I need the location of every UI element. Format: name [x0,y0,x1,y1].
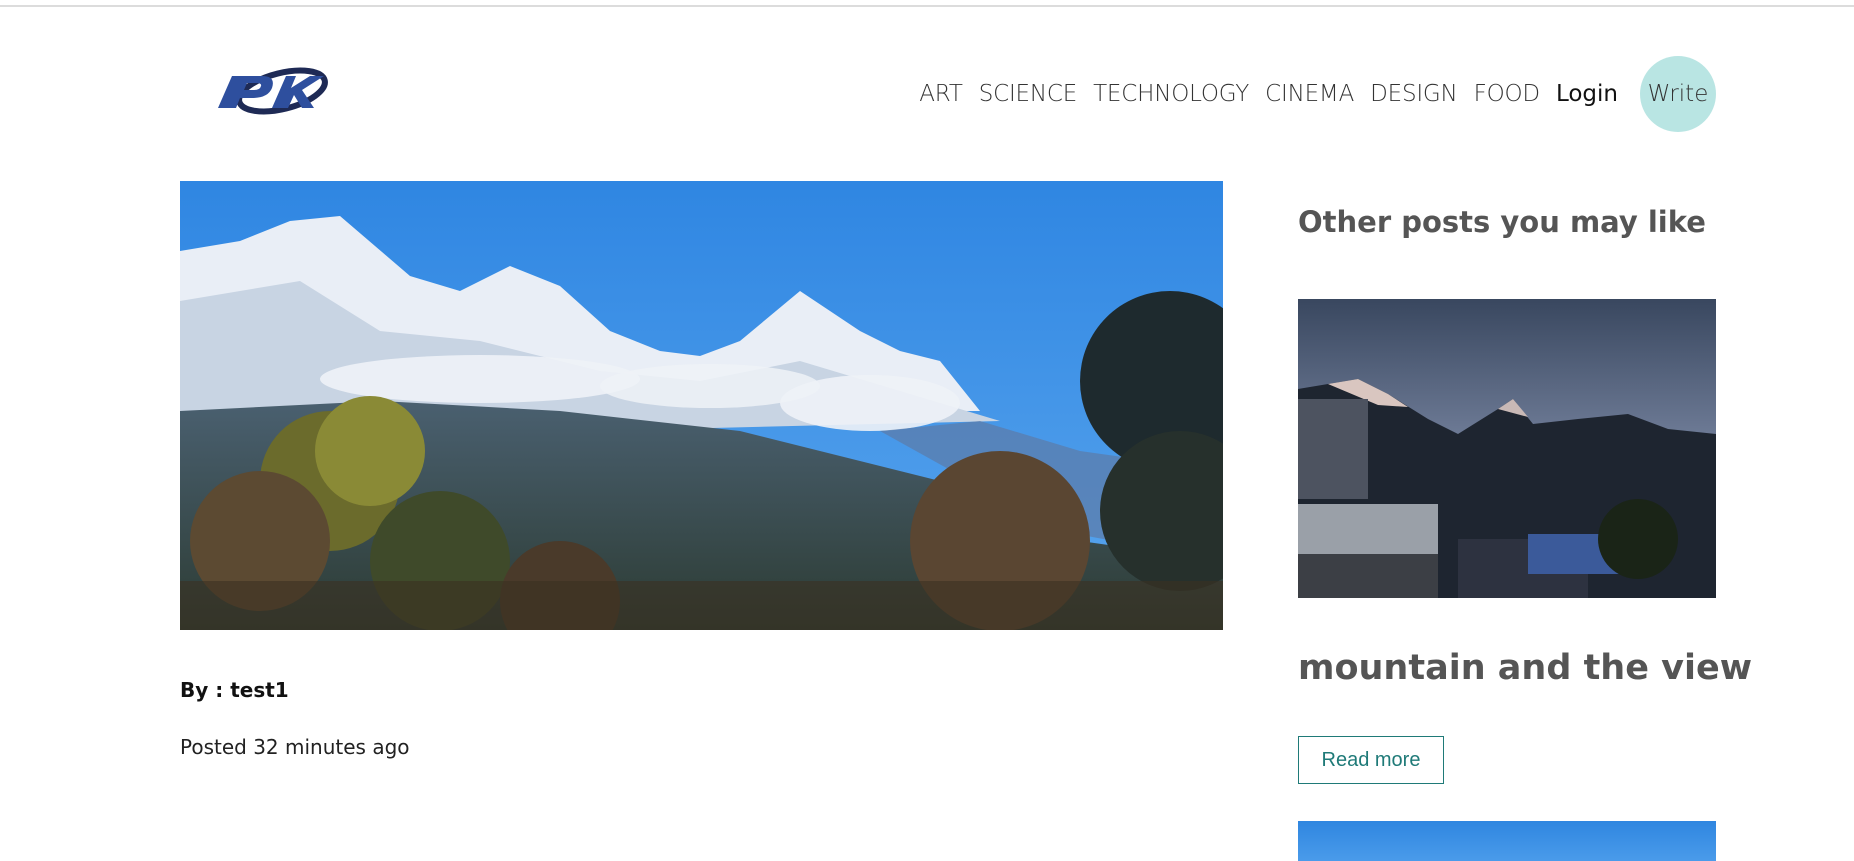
main-nav: ART SCIENCE TECHNOLOGY CINEMA DESIGN FOO… [919,56,1716,132]
nav-design[interactable]: DESIGN [1370,81,1458,107]
login-link[interactable]: Login [1556,81,1618,107]
nav-food[interactable]: FOOD [1474,81,1541,107]
read-more-button[interactable]: Read more [1298,736,1444,784]
write-button[interactable]: Write [1640,56,1716,132]
dusk-mountain-village-image [1298,299,1716,598]
sidebar-heading: Other posts you may like [1298,205,1706,239]
sidebar-post-image[interactable] [1298,299,1716,598]
site-logo[interactable] [210,62,334,120]
nav-science[interactable]: SCIENCE [979,81,1078,107]
mountain-landscape-image [180,181,1223,630]
nav-technology[interactable]: TECHNOLOGY [1093,81,1249,107]
post-timestamp: Posted 32 minutes ago [180,735,410,759]
logo-icon [218,67,328,115]
post-image [180,181,1223,630]
sidebar-post-title[interactable]: mountain and the view [1298,648,1752,688]
top-divider [0,5,1854,7]
nav-cinema[interactable]: CINEMA [1265,81,1354,107]
sidebar-next-post-image[interactable] [1298,821,1716,861]
post-author: By : test1 [180,678,289,702]
nav-art[interactable]: ART [919,81,963,107]
